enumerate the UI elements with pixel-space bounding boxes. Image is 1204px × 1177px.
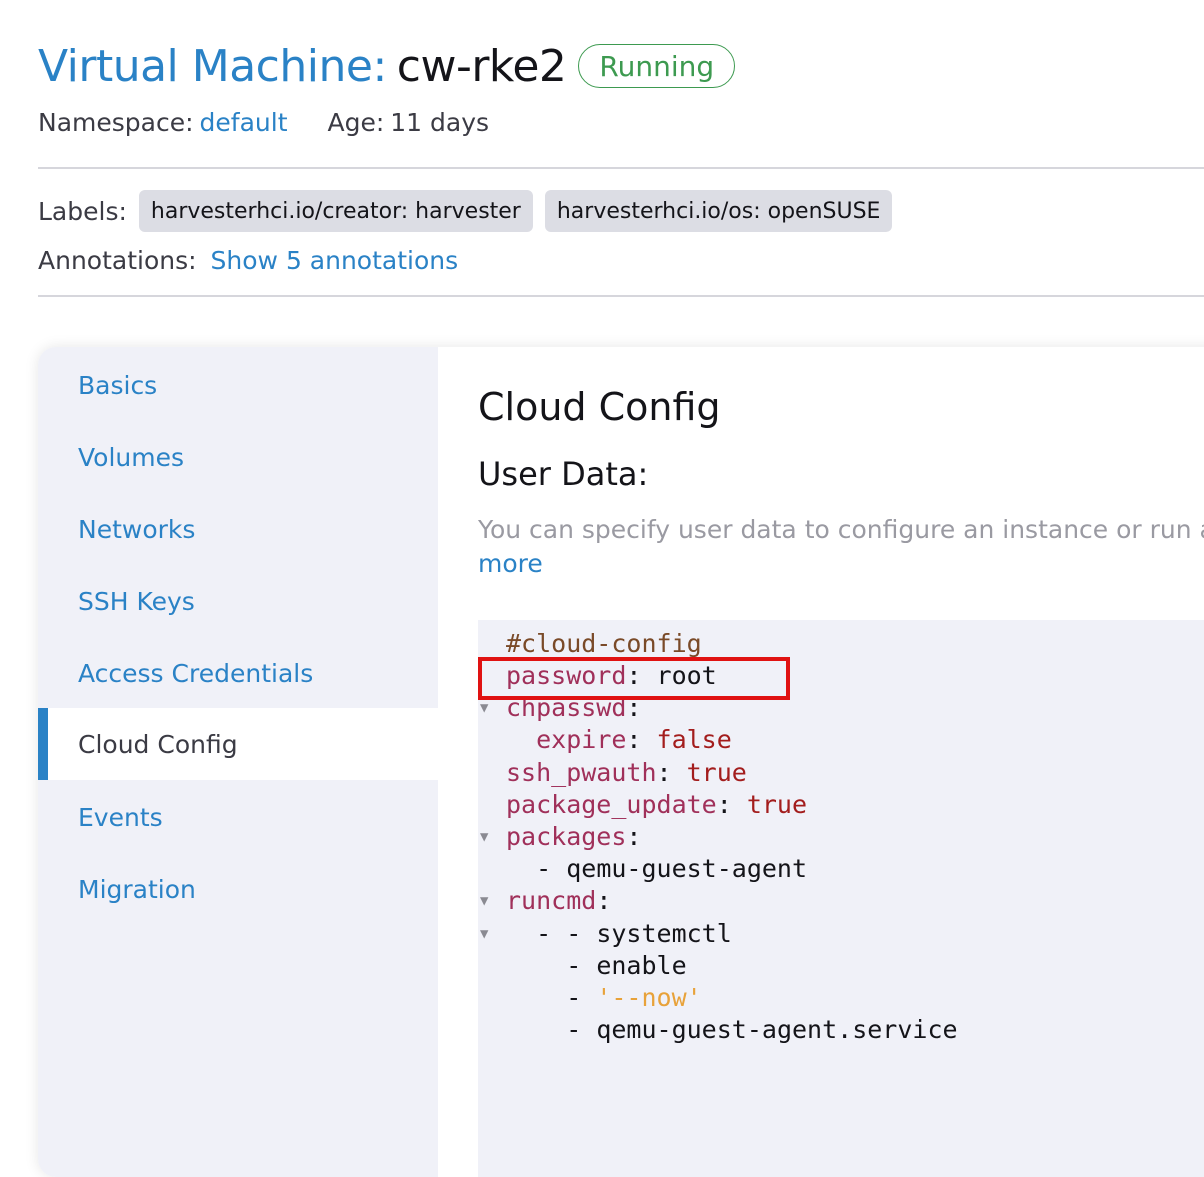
yaml-key: packages (506, 822, 627, 851)
code-line: - - systemctl (536, 919, 732, 948)
more-link[interactable]: more (478, 549, 543, 578)
yaml-value: true (686, 758, 747, 787)
sidebar-item-ssh-keys[interactable]: SSH Keys (38, 565, 438, 637)
sidebar: Basics Volumes Networks SSH Keys Access … (38, 347, 438, 1177)
label-tag: harvesterhci.io/creator: harvester (138, 190, 533, 232)
sidebar-item-migration[interactable]: Migration (38, 853, 438, 925)
divider (38, 167, 1204, 169)
show-annotations-link[interactable]: Show 5 annotations (211, 246, 459, 275)
labels-row: Labels: harvesterhci.io/creator: harvest… (38, 190, 893, 232)
content-area: Cloud Config User Data: You can specify … (438, 347, 1204, 1177)
code-line: package_update: true (506, 790, 808, 819)
vm-name: cw-rke2 (396, 40, 567, 92)
code-line: ssh_pwauth: true (506, 758, 747, 787)
yaml-key: package_update (506, 790, 717, 819)
highlight-box (478, 657, 790, 700)
sidebar-item-networks[interactable]: Networks (38, 493, 438, 565)
code-line: - qemu-guest-agent.service (566, 1015, 958, 1044)
namespace-link[interactable]: default (200, 108, 288, 137)
user-data-title: User Data: (478, 455, 649, 493)
labels-label: Labels: (38, 196, 127, 226)
yaml-comment: #cloud-config (506, 629, 702, 658)
meta-row: Namespace: default Age: 11 days (38, 104, 489, 140)
age-label: Age: (327, 107, 385, 137)
code-line: expire: false (536, 725, 732, 754)
yaml-value: systemctl (596, 919, 732, 948)
status-badge: Running (578, 44, 736, 88)
vm-detail-panel: Basics Volumes Networks SSH Keys Access … (38, 347, 1204, 1177)
annotations-row: Annotations: Show 5 annotations (38, 242, 458, 278)
code-line: packages: (506, 822, 642, 851)
user-data-description: You can specify user data to configure a… (478, 515, 1204, 544)
code-line: #cloud-config (506, 628, 702, 660)
code-line: - '--now' (566, 983, 702, 1012)
yaml-value: false (656, 725, 732, 754)
label-tag: harvesterhci.io/os: openSUSE (544, 190, 893, 232)
sidebar-item-cloud-config[interactable]: Cloud Config (38, 708, 438, 780)
page-title-prefix: Virtual Machine: (38, 40, 387, 92)
triangle-down-icon[interactable]: ▼ (480, 885, 488, 917)
yaml-value: true (746, 790, 808, 819)
sidebar-item-basics[interactable]: Basics (38, 349, 438, 421)
namespace-label: Namespace: (38, 107, 194, 137)
page-title: Virtual Machine: cw-rke2 Running (38, 38, 736, 94)
sidebar-item-volumes[interactable]: Volumes (38, 421, 438, 493)
annotations-label: Annotations: (38, 245, 197, 275)
triangle-down-icon[interactable]: ▼ (480, 918, 488, 950)
user-data-editor[interactable]: #cloud-config password: root ▼ chpasswd:… (478, 620, 1204, 1177)
yaml-key: runcmd (506, 886, 597, 915)
triangle-down-icon[interactable]: ▼ (480, 821, 488, 853)
sidebar-item-events[interactable]: Events (38, 781, 438, 853)
yaml-key: ssh_pwauth (506, 758, 657, 787)
code-line: - qemu-guest-agent (536, 854, 808, 883)
sidebar-item-access-credentials[interactable]: Access Credentials (38, 637, 438, 709)
divider (38, 295, 1204, 297)
code-line: - enable (566, 951, 687, 980)
yaml-value: qemu-guest-agent (566, 854, 808, 883)
yaml-key: expire (536, 725, 627, 754)
yaml-value: qemu-guest-agent.service (596, 1015, 958, 1044)
section-title: Cloud Config (478, 385, 721, 429)
age-value: 11 days (390, 107, 490, 137)
yaml-value: enable (596, 951, 687, 980)
code-line: runcmd: (506, 886, 612, 915)
yaml-value: '--now' (596, 983, 702, 1012)
